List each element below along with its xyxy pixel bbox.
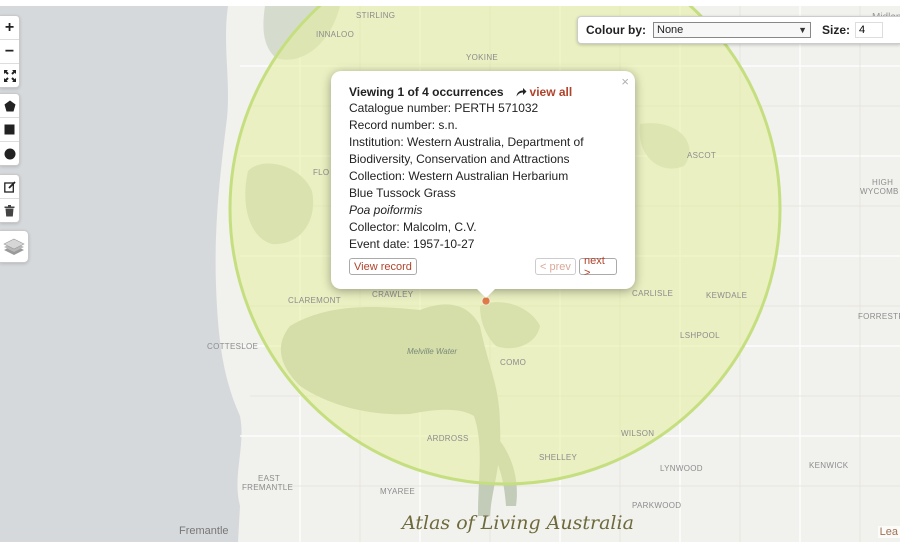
- place-label: CLAREMONT: [288, 296, 341, 305]
- record-number: Record number: s.n.: [349, 118, 458, 132]
- water-label: Melville Water: [407, 347, 458, 356]
- map-options-toolbar: Colour by: None ▼ Size: 4: [577, 16, 900, 44]
- event-date: Event date: 1957-10-27: [349, 237, 475, 251]
- draw-rectangle-button[interactable]: [0, 118, 19, 142]
- ocean: [0, 6, 242, 542]
- place-label: WYCOMB: [860, 187, 899, 196]
- place-label: COMO: [500, 358, 527, 367]
- edit-toolbar: [0, 174, 20, 223]
- map-attribution-link[interactable]: Lea: [877, 526, 900, 538]
- view-all-link[interactable]: view all: [516, 84, 573, 99]
- zoom-in-button[interactable]: +: [0, 16, 19, 40]
- fullscreen-icon: [3, 69, 16, 82]
- occurrence-popup: × Viewing 1 of 4 occurrences view all Ca…: [331, 71, 635, 289]
- place-label: PARKWOOD: [632, 501, 682, 510]
- delete-layers-button[interactable]: [0, 199, 19, 222]
- place-label: CARLISLE: [632, 289, 674, 298]
- popup-actions: View record < prev next >: [349, 255, 617, 279]
- draw-polygon-button[interactable]: [0, 94, 19, 118]
- institution-line-2: Biodiversity, Conservation and Attractio…: [349, 152, 570, 166]
- colour-by-label: Colour by:: [586, 23, 646, 37]
- place-label: LSHPOOL: [680, 331, 720, 340]
- draw-toolbar: [0, 93, 20, 166]
- trash-icon: [4, 204, 15, 216]
- place-label: FORRESTF: [858, 312, 900, 321]
- place-label: EAST: [258, 474, 281, 483]
- place-label: INNALOO: [316, 30, 355, 39]
- place-label: ASCOT: [687, 151, 717, 160]
- scientific-name: Poa poiformis: [349, 203, 423, 217]
- draw-circle-button[interactable]: [0, 142, 19, 165]
- colour-by-select[interactable]: None ▼: [653, 22, 811, 38]
- occurrence-marker: [481, 296, 491, 306]
- place-label: Fremantle: [179, 525, 229, 537]
- place-label: KENWICK: [809, 461, 849, 470]
- popup-tip: [476, 288, 496, 298]
- place-label: CRAWLEY: [372, 290, 414, 299]
- edit-layers-button[interactable]: [0, 175, 19, 199]
- draw-rectangle-icon: [4, 124, 15, 135]
- fullscreen-button[interactable]: [0, 64, 19, 87]
- draw-circle-icon: [4, 148, 15, 159]
- common-name: Blue Tussock Grass: [349, 186, 456, 200]
- size-label: Size:: [822, 23, 851, 37]
- place-label: LYNWOOD: [660, 464, 703, 473]
- next-button[interactable]: next >: [579, 255, 617, 279]
- popup-title: Viewing 1 of 4 occurrences: [349, 84, 504, 99]
- zoom-controls: + −: [0, 15, 20, 88]
- place-label: KEWDALE: [706, 291, 748, 300]
- popup-header: Viewing 1 of 4 occurrences view all: [349, 83, 617, 100]
- zoom-out-button[interactable]: −: [0, 40, 19, 64]
- edit-icon: [3, 180, 16, 193]
- institution-line-1: Institution: Western Australia, Departme…: [349, 135, 584, 149]
- dropdown-arrow-icon: ▼: [798, 25, 807, 35]
- place-label: ARDROSS: [427, 434, 469, 443]
- colour-by-value: None: [657, 24, 684, 36]
- view-record-button[interactable]: View record: [349, 258, 417, 275]
- place-label: HIGH: [872, 178, 894, 187]
- collection: Collection: Western Australian Herbarium: [349, 169, 569, 183]
- popup-close-button[interactable]: ×: [621, 74, 629, 89]
- prev-button[interactable]: < prev: [535, 258, 576, 275]
- catalogue-number: Catalogue number: PERTH 571032: [349, 101, 539, 115]
- place-label: COTTESLOE: [207, 342, 259, 351]
- zoom-out-icon: −: [4, 42, 15, 60]
- size-input[interactable]: 4: [855, 22, 884, 38]
- layers-button[interactable]: [0, 230, 29, 263]
- place-label: MYAREE: [380, 487, 415, 496]
- layers-icon: [3, 238, 25, 255]
- place-label: STIRLING: [356, 11, 396, 20]
- place-label: FREMANTLE: [242, 483, 294, 492]
- place-label: WILSON: [621, 429, 655, 438]
- view-all-label: view all: [529, 84, 573, 99]
- zoom-in-icon: +: [4, 18, 15, 36]
- share-arrow-icon: [516, 87, 527, 96]
- draw-polygon-icon: [4, 100, 15, 111]
- place-label: YOKINE: [466, 53, 499, 62]
- collector: Collector: Malcolm, C.V.: [349, 220, 477, 234]
- place-label: SHELLEY: [539, 453, 578, 462]
- ala-watermark: Atlas of Living Australia: [402, 512, 634, 534]
- place-label: FLO: [313, 168, 330, 177]
